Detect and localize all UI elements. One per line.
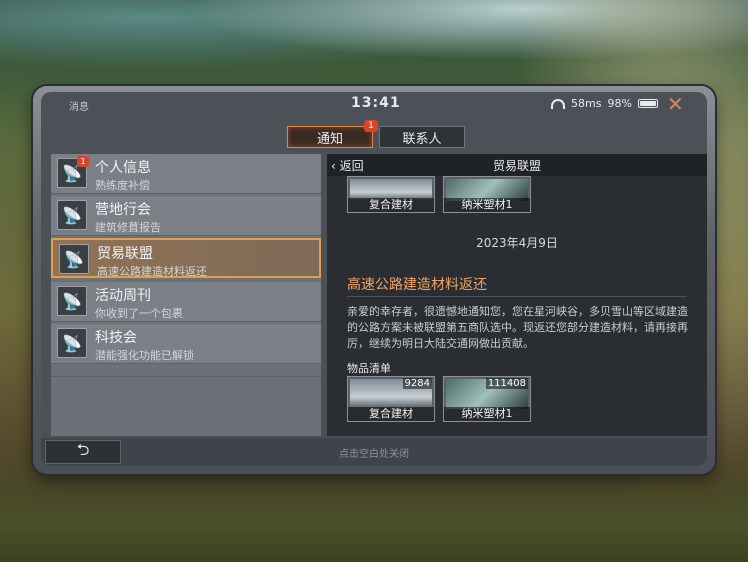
item-subtitle: 建筑修葺报告 <box>95 221 161 234</box>
battery-percent: 98% <box>607 97 632 110</box>
satellite-dish-icon: 📡 <box>57 328 87 358</box>
divider <box>347 296 687 297</box>
satellite-dish-icon: 📡 <box>57 286 87 316</box>
device-frame: 消息 13:41 58ms 98% ✕ 通知 1 联系人 📡 1 个人信息 熟练… <box>33 86 715 474</box>
items-list-label: 物品清单 <box>347 362 391 375</box>
message-detail: 贸易联盟 ‹ 返回 复合建材 纳米塑材1 2023年4月9日 高速公路建造材料返… <box>327 154 707 436</box>
message-panel: 消息 13:41 58ms 98% ✕ 通知 1 联系人 📡 1 个人信息 熟练… <box>41 92 707 466</box>
item-card-nano-plastic[interactable]: 纳米塑材1 <box>443 176 531 213</box>
close-icon[interactable]: ✕ <box>667 92 684 116</box>
item-subtitle: 潜能强化功能已解锁 <box>95 349 194 362</box>
item-quantity: 9284 <box>402 378 432 389</box>
status-bar: 消息 13:41 58ms 98% ✕ <box>41 92 707 118</box>
satellite-dish-icon: 📡 <box>59 244 89 274</box>
tab-label: 通知 <box>316 131 343 147</box>
notification-badge: 1 <box>364 120 378 132</box>
back-button[interactable]: ‹ 返回 <box>331 157 364 174</box>
tab-bar: 通知 1 联系人 <box>287 120 465 148</box>
tab-contacts[interactable]: 联系人 <box>379 126 465 148</box>
wifi-icon <box>551 98 565 109</box>
list-item-personal-info[interactable]: 📡 1 个人信息 熟练度补偿 <box>51 154 321 194</box>
tab-notifications[interactable]: 通知 1 <box>287 120 378 148</box>
item-card-nano-plastic-reward[interactable]: 111408 纳米塑材1 <box>443 376 531 422</box>
message-list: 📡 1 个人信息 熟练度补偿 📡 营地行会 建筑修葺报告 📡 贸易联盟 高速公路… <box>51 154 321 436</box>
list-item-tech-society[interactable]: 📡 科技会 潜能强化功能已解锁 <box>51 324 321 364</box>
detail-header: 贸易联盟 ‹ 返回 <box>327 154 707 176</box>
background-ground <box>0 470 748 562</box>
item-quantity: 111408 <box>485 378 528 389</box>
unread-badge: 1 <box>77 156 89 167</box>
item-title: 个人信息 <box>95 160 151 176</box>
item-card-composite-material-reward[interactable]: 9284 复合建材 <box>347 376 435 422</box>
tab-label: 联系人 <box>402 131 442 147</box>
item-title: 营地行会 <box>95 202 151 218</box>
chevron-left-icon: ‹ <box>331 159 336 173</box>
item-subtitle: 你收到了一个包裹 <box>95 307 183 320</box>
network-latency: 58ms <box>571 97 602 110</box>
list-empty-space <box>51 376 321 436</box>
list-item-weekly-events[interactable]: 📡 活动周刊 你收到了一个包裹 <box>51 282 321 322</box>
detail-title: 贸易联盟 <box>492 159 541 173</box>
item-subtitle: 熟练度补偿 <box>95 179 150 192</box>
item-name: 纳米塑材1 <box>444 198 530 212</box>
item-title: 活动周刊 <box>95 288 151 304</box>
mail-date: 2023年4月9日 <box>476 236 558 250</box>
item-subtitle: 高速公路建造材料返还 <box>97 265 207 278</box>
item-title: 科技会 <box>95 330 137 346</box>
status-indicators: 58ms 98% <box>551 97 658 110</box>
item-name: 复合建材 <box>348 198 434 212</box>
panel-label: 消息 <box>69 102 89 113</box>
list-item-trade-alliance[interactable]: 📡 贸易联盟 高速公路建造材料返还 <box>51 238 321 278</box>
back-label: 返回 <box>339 159 364 173</box>
mail-body: 亲爱的幸存者，很遗憾地通知您，您在星河峡谷，多贝雪山等区域建造的公路方案未被联盟… <box>347 305 688 350</box>
battery-icon <box>637 99 658 108</box>
close-hint: 点击空白处关闭 <box>339 449 409 460</box>
satellite-dish-icon: 📡 <box>57 200 87 230</box>
item-title: 贸易联盟 <box>97 246 153 262</box>
bottom-bar: ⮌ 点击空白处关闭 <box>41 438 707 466</box>
mail-title: 高速公路建造材料返还 <box>347 277 487 293</box>
list-item-camp-guild[interactable]: 📡 营地行会 建筑修葺报告 <box>51 196 321 236</box>
item-card-composite-material[interactable]: 复合建材 <box>347 176 435 213</box>
clock: 13:41 <box>351 95 401 111</box>
item-name: 纳米塑材1 <box>444 407 530 421</box>
item-name: 复合建材 <box>348 407 434 421</box>
